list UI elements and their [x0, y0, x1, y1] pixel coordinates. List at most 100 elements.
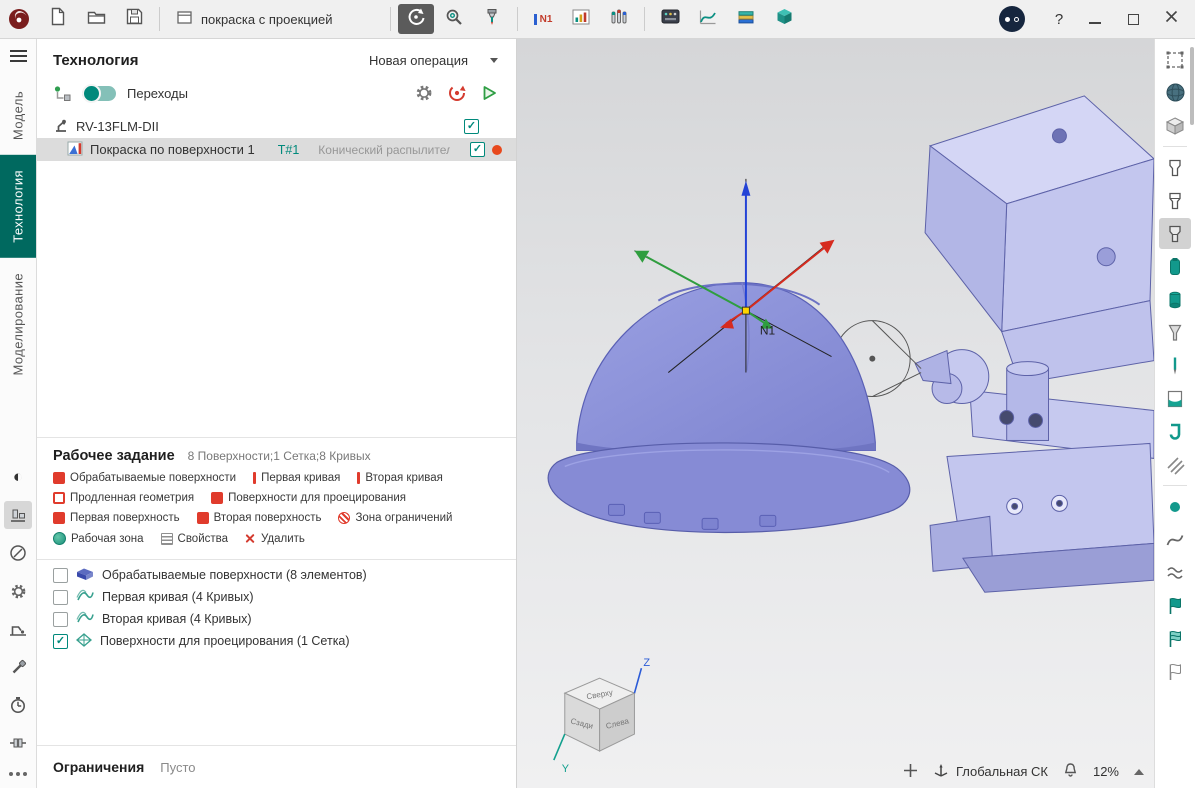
tooling-rack-button[interactable]: [601, 4, 637, 34]
save-button[interactable]: [116, 4, 152, 34]
document-tab[interactable]: покраска с проекцией: [167, 0, 383, 38]
shaded-cube-button[interactable]: [1159, 110, 1191, 141]
list-item[interactable]: Вторая кривая (4 Кривых): [53, 608, 500, 630]
operation-settings-gear-icon[interactable]: [414, 83, 434, 103]
point-button[interactable]: [1159, 491, 1191, 522]
toolbar-separator: [1163, 485, 1187, 486]
needle-button[interactable]: [1159, 350, 1191, 381]
setup-n1-button[interactable]: N1: [525, 4, 561, 34]
legend-item[interactable]: Продленная геометрия: [53, 492, 194, 504]
timer-button[interactable]: [4, 691, 32, 719]
postprocessor-cube-button[interactable]: [766, 4, 802, 34]
close-icon: [1165, 10, 1178, 28]
properties-button[interactable]: Свойства: [161, 533, 229, 545]
minimize-button[interactable]: [1077, 4, 1113, 34]
new-operation-dropdown[interactable]: Новая операция: [369, 53, 498, 68]
zoom-level[interactable]: 12%: [1093, 764, 1119, 779]
selection-box-button[interactable]: [1159, 44, 1191, 75]
legend-label: Обрабатываемые поверхности: [70, 472, 236, 484]
flag-filled-button[interactable]: [1159, 590, 1191, 621]
maximize-button[interactable]: [1115, 4, 1151, 34]
delete-button[interactable]: Удалить: [245, 533, 305, 545]
statistics-button[interactable]: [563, 4, 599, 34]
open-folder-button[interactable]: [78, 4, 114, 34]
list-item[interactable]: Поверхности для проецирования (1 Сетка): [53, 630, 500, 652]
layers-stack-button[interactable]: [728, 4, 764, 34]
coordinate-system-name: Глобальная СК: [956, 764, 1048, 779]
close-button[interactable]: [1153, 4, 1189, 34]
screwdriver-button[interactable]: [4, 653, 32, 681]
spray-cylinder-2-button[interactable]: [1159, 284, 1191, 315]
item-checkbox[interactable]: [53, 612, 68, 627]
simulate-machining-icon[interactable]: [447, 83, 467, 103]
transitions-toggle[interactable]: [82, 86, 116, 101]
connector-button[interactable]: [4, 729, 32, 757]
item-checkbox[interactable]: [53, 590, 68, 605]
tab-technology[interactable]: Технология: [0, 155, 36, 258]
spray-cylinder-1-button[interactable]: [1159, 251, 1191, 282]
machine-bench-button[interactable]: [4, 615, 32, 643]
palette-sheet-button[interactable]: [1159, 383, 1191, 414]
list-item[interactable]: Обрабатываемые поверхности (8 элементов): [53, 564, 500, 586]
waves-button[interactable]: [1159, 557, 1191, 588]
list-item[interactable]: Первая кривая (4 Кривых): [53, 586, 500, 608]
legend-item[interactable]: Обрабатываемые поверхности: [53, 472, 236, 484]
legend-item[interactable]: Рабочая зона: [53, 532, 144, 545]
legend-item[interactable]: Первая кривая: [253, 472, 340, 484]
flag-outline-button[interactable]: [1159, 656, 1191, 687]
hamburger-menu-icon[interactable]: [10, 50, 27, 52]
constraints-title: Ограничения: [53, 759, 144, 775]
item-checkbox[interactable]: [53, 634, 68, 649]
run-play-icon[interactable]: [480, 84, 498, 102]
flag-striped-button[interactable]: [1159, 623, 1191, 654]
tab-simulation[interactable]: Моделирование: [0, 258, 36, 390]
chevron-up-icon[interactable]: [1134, 769, 1144, 775]
more-dots-icon[interactable]: [9, 772, 27, 776]
help-button[interactable]: ?: [1043, 4, 1075, 34]
inspect-button[interactable]: [436, 4, 472, 34]
operation-name: Покраска по поверхности 1: [90, 142, 255, 157]
curve-button[interactable]: [1159, 524, 1191, 555]
tool-spindle-button[interactable]: [474, 4, 510, 34]
viewport-statusbar: Глобальная СК 12%: [903, 762, 1144, 781]
legend-item[interactable]: Зона ограничений: [338, 512, 452, 524]
legend-item[interactable]: Вторая поверхность: [197, 512, 322, 524]
extruder-head-2-button[interactable]: [1159, 185, 1191, 216]
operation-checkbox[interactable]: [470, 142, 485, 157]
hook-profile-button[interactable]: [1159, 416, 1191, 447]
contrast-icon[interactable]: [4, 463, 32, 491]
toolbar-scrollbar[interactable]: [1190, 47, 1194, 125]
collision-indicator[interactable]: [999, 6, 1025, 32]
tree-row-operation[interactable]: Покраска по поверхности 1 Т#1 Конический…: [37, 138, 516, 161]
legend-item[interactable]: Вторая кривая: [357, 472, 443, 484]
app-logo-icon[interactable]: [0, 0, 38, 38]
control-panel-button[interactable]: [652, 4, 688, 34]
document-window-icon: [177, 11, 192, 27]
legend-label: Рабочая зона: [71, 533, 144, 545]
extruder-head-3-button[interactable]: [1159, 218, 1191, 249]
nozzle-funnel-button[interactable]: [1159, 317, 1191, 348]
notifications-bell-icon[interactable]: [1063, 762, 1078, 781]
toolpath-curve-button[interactable]: [690, 4, 726, 34]
technology-panel: Технология Новая операция Переходы: [37, 39, 517, 788]
extruder-head-1-button[interactable]: [1159, 152, 1191, 183]
3d-viewport[interactable]: N1 Сверху Сзади Слева Z Y: [517, 39, 1154, 788]
new-document-button[interactable]: [40, 4, 76, 34]
machine-checkbox[interactable]: [464, 119, 479, 134]
tool-name: Конический распылитель: [318, 143, 450, 157]
spray-paint-button[interactable]: [398, 4, 434, 34]
sphere-view-button[interactable]: [1159, 77, 1191, 108]
coordinate-system-selector[interactable]: Глобальная СК: [933, 763, 1048, 781]
operation-structure-icon[interactable]: [53, 85, 71, 102]
legend-item[interactable]: Первая поверхность: [53, 512, 180, 524]
tree-row-machine[interactable]: RV-13FLM-DII: [37, 115, 516, 138]
settings-gear-button[interactable]: [4, 577, 32, 605]
hatch-lines-button[interactable]: [1159, 449, 1191, 480]
draft-compass-button[interactable]: [4, 539, 32, 567]
item-checkbox[interactable]: [53, 568, 68, 583]
legend-item[interactable]: Поверхности для проецирования: [211, 492, 406, 504]
tab-model[interactable]: Модель: [0, 76, 36, 155]
add-view-icon[interactable]: [903, 763, 918, 781]
machine-cell-button[interactable]: [4, 501, 32, 529]
restriction-zone-icon: [338, 512, 350, 524]
